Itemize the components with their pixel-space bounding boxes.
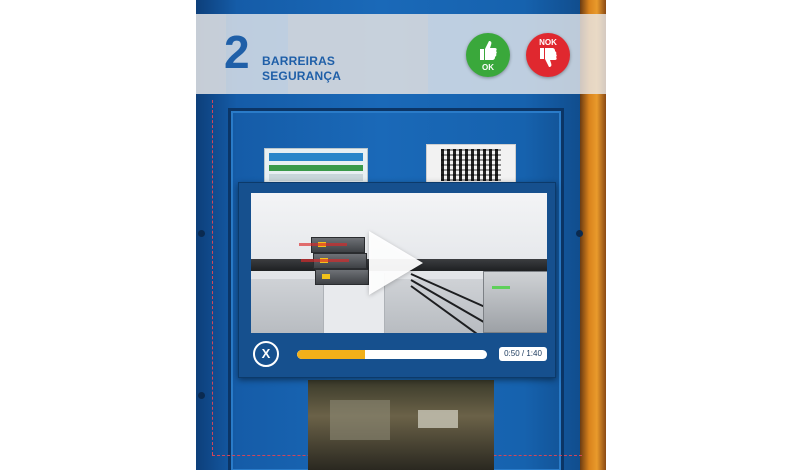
close-button[interactable]: X [253, 341, 279, 367]
time-display: 0:50 / 1:40 [499, 347, 547, 361]
ok-button[interactable]: OK [466, 33, 510, 77]
screw [576, 230, 583, 237]
play-icon[interactable] [369, 231, 423, 295]
screw [198, 230, 205, 237]
machine-window [308, 380, 494, 470]
receiver-graphic [483, 271, 547, 333]
document-background [196, 14, 226, 94]
machine-label-plate [264, 148, 368, 186]
sensor-graphic [315, 269, 369, 285]
step-number: 2 [224, 26, 250, 78]
ok-label: OK [482, 63, 494, 72]
thumbs-down-icon [540, 48, 557, 67]
step-title-line1: BARREIRAS [262, 54, 336, 68]
screw [198, 392, 205, 399]
step-title-line2: SEGURANÇA [262, 69, 342, 83]
nok-button[interactable]: NOK [526, 33, 570, 77]
video-player: X 0:50 / 1:40 [238, 182, 556, 378]
machine-photo-background: 2 BARREIRAS SEGURANÇA OK NOK X 0:50 / 1:… [196, 0, 606, 470]
thumbs-up-icon [480, 41, 497, 60]
progress-fill [297, 350, 366, 359]
progress-bar[interactable] [297, 350, 487, 359]
nok-label: NOK [539, 38, 557, 47]
step-header: 2 BARREIRAS SEGURANÇA OK NOK [196, 14, 606, 94]
guide-dashed-line [212, 100, 213, 455]
qr-code-sticker [426, 144, 516, 186]
video-frame[interactable] [251, 193, 547, 333]
